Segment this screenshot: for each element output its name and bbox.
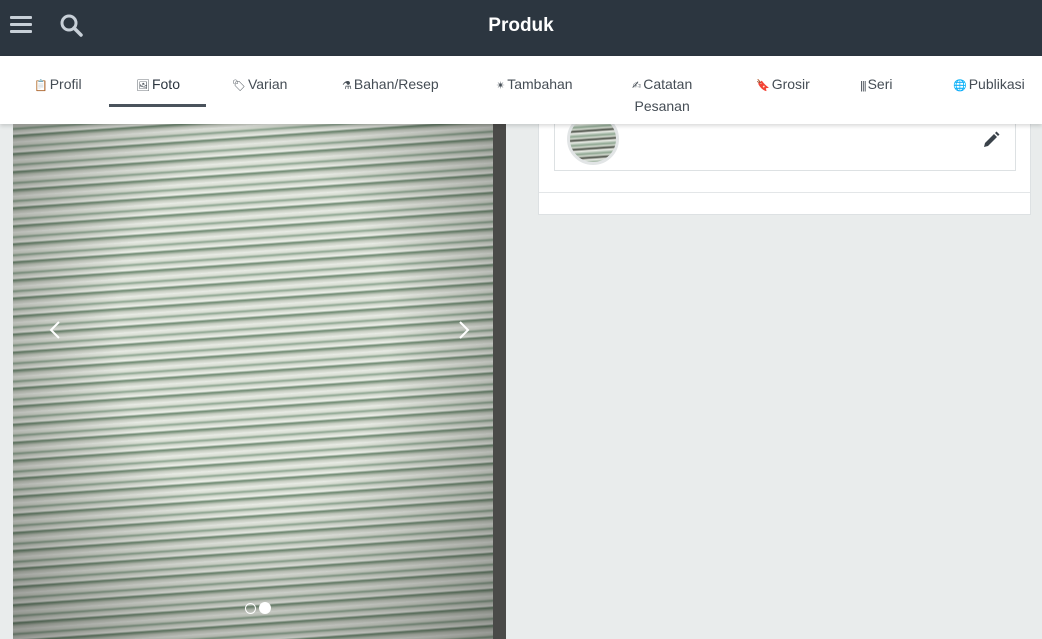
tab-foto[interactable]: 🖼 Foto <box>136 74 180 96</box>
tab-label: Tambahan <box>507 76 573 92</box>
bookmark-icon: 🔖 <box>756 80 770 92</box>
pencil-icon[interactable] <box>981 130 1001 150</box>
tab-label: Profil <box>49 76 82 92</box>
panel-divider <box>539 192 1030 193</box>
flask-icon: ⚗ <box>342 80 352 92</box>
tag-icon: 🏷 <box>232 80 246 92</box>
tab-label: Varian <box>247 76 288 92</box>
tab-label: Grosir <box>771 76 810 92</box>
active-tab-indicator <box>109 104 206 107</box>
tab-bar: 📋 Profil 🖼 Foto 🏷 Varian ⚗ Bahan/Resep ✴ Tamb… <box>0 56 1042 124</box>
carousel-edge <box>493 124 506 639</box>
tab-label-line2: Pesanan <box>634 98 690 114</box>
tab-label: Bahan/Resep <box>353 76 439 92</box>
tab-seri[interactable]: ||| Seri <box>860 74 892 96</box>
tab-tambahan[interactable]: ✴ Tambahan <box>496 74 573 96</box>
app-bar: Produk <box>0 0 1042 56</box>
clipboard-icon: 📋 <box>34 80 48 92</box>
tab-label: Catatan <box>643 76 693 92</box>
globe-icon: 🌐 <box>953 80 967 92</box>
photo-list-panel <box>538 113 1031 215</box>
photo-card <box>554 113 1016 171</box>
tab-label: Publikasi <box>968 76 1025 92</box>
photo-carousel[interactable] <box>13 124 506 639</box>
tab-catatan-pesanan[interactable]: ✍ Catatan Pesanan <box>632 74 692 116</box>
tab-profil[interactable]: 📋 Profil <box>34 74 82 96</box>
tab-varian[interactable]: 🏷 Varian <box>232 74 287 96</box>
carousel-dot-2-active[interactable] <box>259 602 271 614</box>
tab-bahan-resep[interactable]: ⚗ Bahan/Resep <box>342 74 439 96</box>
barcode-icon: ||| <box>860 80 867 92</box>
tab-label: Seri <box>867 76 893 92</box>
tab-publikasi[interactable]: 🌐 Publikasi <box>953 74 1025 96</box>
note-pencil-icon: ✍ <box>632 80 642 92</box>
tab-grosir[interactable]: 🔖 Grosir <box>756 74 810 96</box>
star-burst-icon: ✴ <box>496 80 506 92</box>
chevron-right-icon[interactable] <box>454 318 474 342</box>
page-title: Produk <box>488 15 554 36</box>
picture-icon: 🖼 <box>136 80 150 92</box>
carousel-dot-1[interactable] <box>245 603 256 614</box>
tab-label: Foto <box>151 76 180 92</box>
chevron-left-icon[interactable] <box>45 318 65 342</box>
product-photo <box>13 124 493 639</box>
